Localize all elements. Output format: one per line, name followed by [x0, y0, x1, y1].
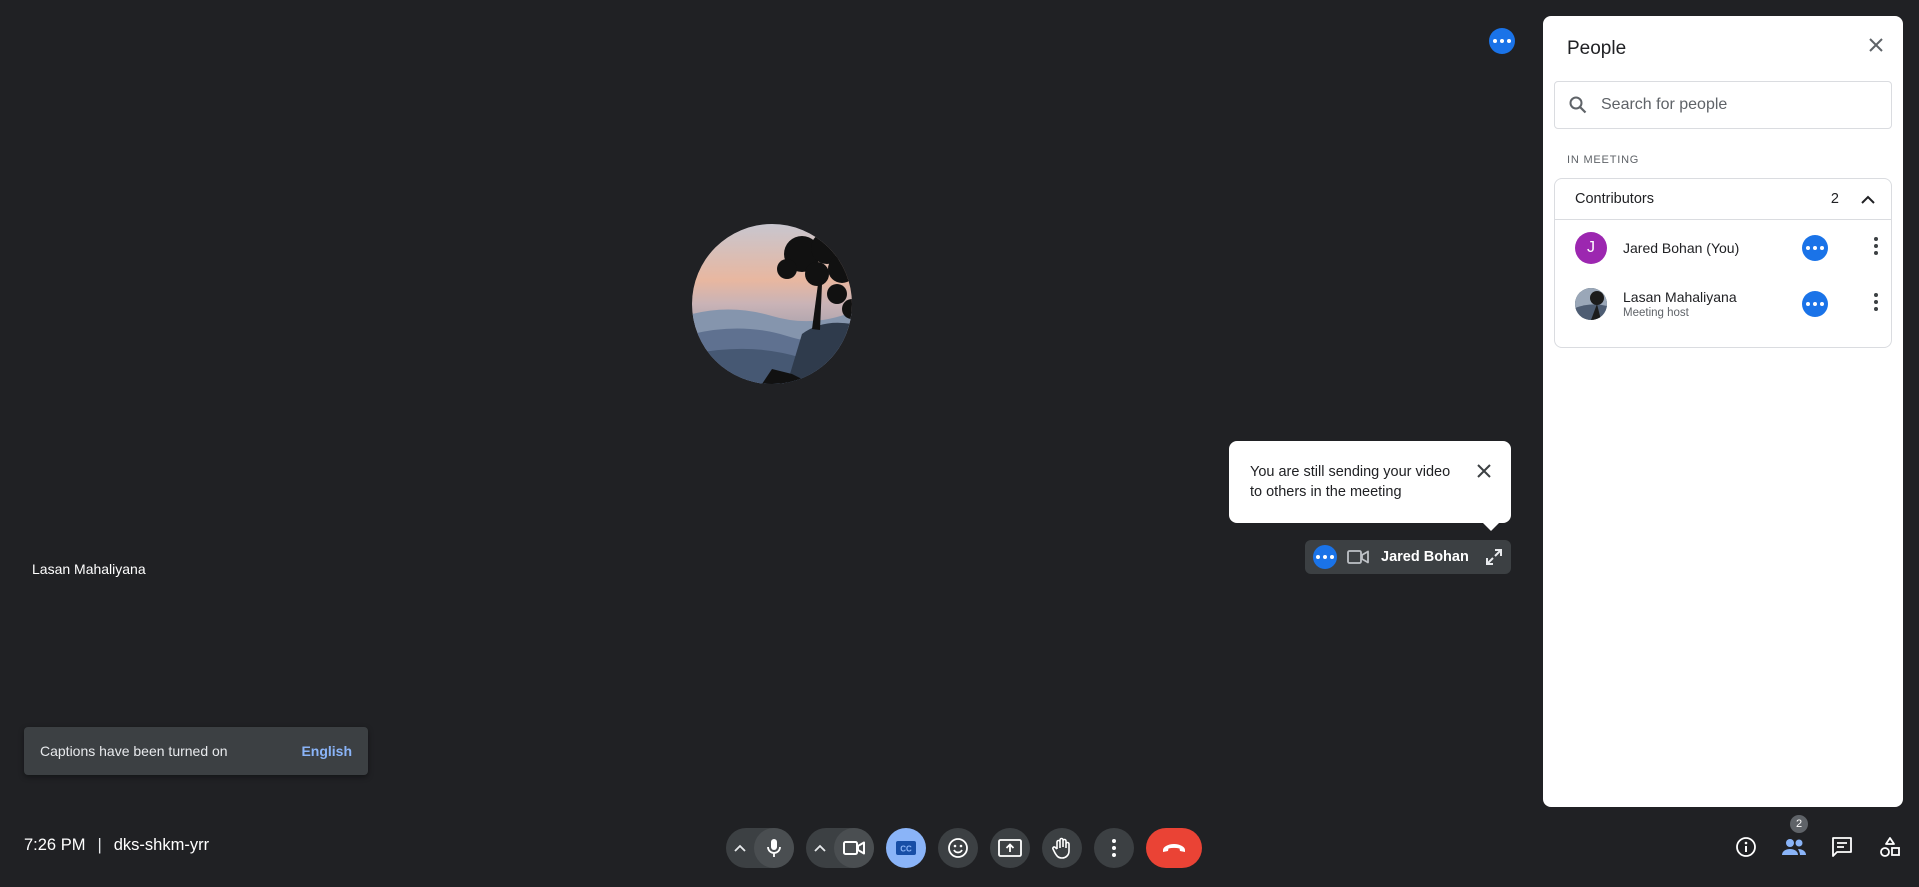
participant-count-badge: 2 — [1790, 815, 1808, 833]
avatar: J — [1575, 232, 1607, 264]
remote-participant-avatar — [692, 224, 852, 384]
meeting-info: 7:26 PM | dks-shkm-yrr — [24, 836, 209, 855]
self-name: Jared Bohan — [1381, 549, 1469, 565]
expand-icon[interactable] — [1485, 548, 1503, 566]
chat-button[interactable] — [1818, 827, 1866, 867]
info-icon — [1736, 837, 1756, 857]
video-camera-icon — [1347, 549, 1369, 565]
side-panel-controls: 2 — [1722, 815, 1914, 867]
remote-participant-name: Lasan Mahaliyana — [32, 561, 146, 577]
close-icon[interactable] — [1869, 38, 1883, 52]
captions-button[interactable]: CC — [886, 828, 926, 868]
meeting-code: dks-shkm-yrr — [113, 836, 210, 854]
call-controls: CC — [726, 827, 1202, 869]
more-options-button[interactable] — [1094, 828, 1134, 868]
section-label: IN MEETING — [1567, 154, 1640, 166]
more-vert-icon[interactable] — [1873, 236, 1879, 256]
more-vert-icon[interactable] — [1873, 292, 1879, 312]
participant-name: Jared Bohan (You) — [1623, 240, 1740, 256]
close-icon[interactable] — [1477, 464, 1491, 478]
more-vert-icon — [1112, 839, 1116, 857]
meeting-info-separator: | — [97, 836, 102, 854]
participant-role: Meeting host — [1623, 307, 1689, 319]
hang-up-icon — [1163, 844, 1185, 852]
contributors-header[interactable]: Contributors 2 — [1555, 179, 1891, 220]
camera-button[interactable] — [834, 828, 874, 868]
emoji-icon — [948, 838, 968, 858]
captions-language-link[interactable]: English — [301, 743, 352, 759]
audio-level-dots-icon — [1802, 291, 1828, 317]
svg-text:CC: CC — [900, 845, 912, 854]
video-sending-tooltip: You are still sending your video to othe… — [1229, 441, 1511, 531]
audio-level-dots-icon — [1802, 235, 1828, 261]
microphone-button[interactable] — [754, 828, 794, 868]
people-panel: People IN MEETING Contributors 2 J Jared… — [1543, 16, 1903, 807]
activities-button[interactable] — [1866, 827, 1914, 867]
contributors-group: Contributors 2 J Jared Bohan (You) Lasan… — [1554, 178, 1892, 348]
group-count: 2 — [1830, 191, 1839, 207]
self-options-dots-icon[interactable] — [1313, 545, 1337, 569]
captions-message: Captions have been turned on — [40, 743, 228, 759]
present-screen-button[interactable] — [990, 828, 1030, 868]
tooltip-pointer — [1483, 523, 1499, 531]
search-input[interactable] — [1599, 95, 1863, 115]
people-search[interactable] — [1554, 81, 1892, 129]
closed-captions-icon: CC — [896, 841, 916, 855]
chevron-up-icon[interactable] — [1861, 195, 1875, 204]
panel-title: People — [1567, 38, 1627, 59]
video-options-chevron-up-icon[interactable] — [806, 828, 834, 868]
activities-shapes-icon — [1880, 837, 1900, 857]
search-icon — [1569, 96, 1587, 114]
more-options-dots-icon[interactable] — [1489, 28, 1515, 54]
present-screen-icon — [998, 839, 1022, 857]
meeting-details-button[interactable] — [1722, 827, 1770, 867]
raise-hand-icon — [1052, 837, 1070, 859]
microphone-icon — [767, 839, 781, 857]
captions-toast: Captions have been turned on English — [24, 727, 368, 775]
tooltip-text: You are still sending your video to othe… — [1250, 464, 1451, 500]
self-view-chip[interactable]: Jared Bohan — [1305, 540, 1511, 574]
raise-hand-button[interactable] — [1042, 828, 1082, 868]
emoji-reaction-button[interactable] — [938, 828, 978, 868]
list-item[interactable]: J Jared Bohan (You) — [1555, 220, 1891, 276]
leave-call-button[interactable] — [1146, 828, 1202, 868]
chat-icon — [1832, 837, 1852, 857]
people-button[interactable]: 2 — [1770, 815, 1818, 867]
participant-name: Lasan Mahaliyana — [1623, 289, 1737, 305]
people-icon — [1782, 839, 1806, 855]
audio-options-chevron-up-icon[interactable] — [726, 828, 754, 868]
avatar — [1575, 288, 1607, 320]
video-camera-icon — [843, 841, 865, 855]
video-control-group — [806, 828, 874, 868]
group-label: Contributors — [1575, 191, 1654, 207]
audio-control-group — [726, 828, 794, 868]
meeting-time: 7:26 PM — [24, 836, 86, 854]
list-item[interactable]: Lasan Mahaliyana Meeting host — [1555, 276, 1891, 332]
